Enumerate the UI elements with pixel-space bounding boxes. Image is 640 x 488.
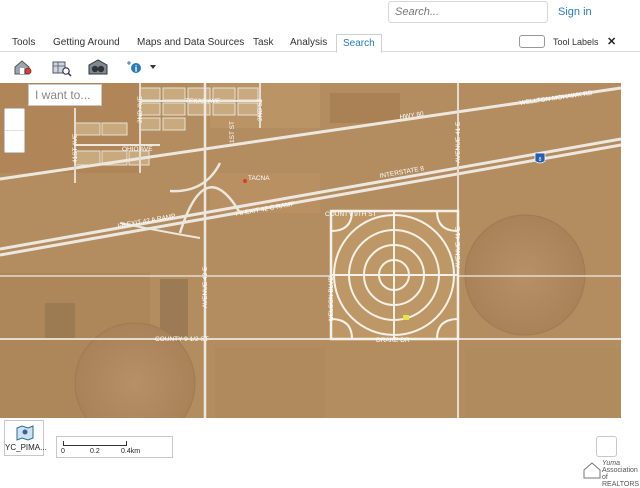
zoom-out-button[interactable] bbox=[5, 131, 24, 153]
layer-map-icon bbox=[16, 425, 34, 441]
label-county-9th: COUNTY 9TH ST bbox=[325, 211, 377, 218]
tool-labels-toggle[interactable] bbox=[519, 35, 545, 48]
search-house-icon[interactable] bbox=[12, 57, 34, 77]
label-2nd-ave: 2ND AVE bbox=[137, 95, 144, 123]
zoom-in-button[interactable] bbox=[5, 109, 24, 131]
label-ohio-ave: OHIO AVE bbox=[122, 146, 153, 153]
label-avenue-42e: AVENUE 42 E bbox=[202, 266, 209, 308]
search-binoculars-icon[interactable] bbox=[87, 57, 109, 77]
scale-tick-2: 0.4km bbox=[121, 448, 141, 455]
label-texas-ave: TEXAS AVE bbox=[185, 98, 221, 105]
logo-text: Yuma Association of REALTORS bbox=[602, 460, 640, 488]
identify-info-icon[interactable]: i bbox=[126, 57, 158, 77]
label-avenue-41e: AVENUE 41 E bbox=[455, 226, 462, 268]
label-nelson-blvd: NELSON BLVD bbox=[328, 276, 335, 321]
map-corner-button[interactable] bbox=[596, 436, 617, 457]
tab-analysis[interactable]: Analysis bbox=[290, 37, 327, 48]
scale-bar: 0 0.2 0.4km bbox=[56, 436, 173, 458]
label-41st-ave: 41ST AVE bbox=[72, 133, 79, 163]
svg-text:8: 8 bbox=[539, 157, 542, 163]
label-tacna: TACNA bbox=[248, 175, 270, 182]
scale-line bbox=[63, 441, 127, 446]
map-view[interactable]: TEXAS AVE OHIO AVE HWY 80 WELLTON MOHAWK… bbox=[0, 83, 621, 418]
toolbar: i bbox=[0, 53, 640, 83]
top-bar: Search... Sign in bbox=[0, 0, 640, 32]
scale-tick-1: 0.2 bbox=[90, 448, 100, 455]
tacna-marker-icon[interactable] bbox=[243, 179, 247, 183]
tab-task[interactable]: Task bbox=[253, 37, 274, 48]
tab-tools[interactable]: Tools bbox=[12, 37, 35, 48]
search-parcel-icon[interactable] bbox=[50, 57, 72, 77]
scale-tick-0: 0 bbox=[61, 448, 65, 455]
label-county-9-half: COUNTY 9 1/2 ST bbox=[155, 336, 209, 343]
tab-maps-data-sources[interactable]: Maps and Data Sources bbox=[137, 37, 244, 48]
label-avenue-41e-north: AVENUE 41 E bbox=[455, 121, 462, 163]
label-drake-dr: DRAKE DR bbox=[376, 337, 410, 344]
search-input[interactable]: Search... bbox=[388, 1, 548, 23]
i8-shield-icon: 8 bbox=[534, 152, 546, 164]
satellite-imagery[interactable]: TEXAS AVE OHIO AVE HWY 80 WELLTON MOHAWK… bbox=[0, 83, 621, 418]
tab-getting-around[interactable]: Getting Around bbox=[53, 37, 120, 48]
tool-labels-label: Tool Labels bbox=[553, 37, 599, 47]
layer-label: YC_PIMA... bbox=[5, 443, 47, 452]
i-want-to-menu[interactable]: I want to... bbox=[28, 84, 102, 106]
signin-link[interactable]: Sign in bbox=[558, 6, 592, 18]
label-2nd-st: 2ND ST bbox=[257, 98, 264, 121]
label-1st-st: 1ST ST bbox=[229, 121, 236, 143]
close-icon[interactable]: ✕ bbox=[607, 35, 616, 48]
zoom-control bbox=[4, 108, 25, 153]
tab-search[interactable]: Search bbox=[336, 34, 382, 53]
